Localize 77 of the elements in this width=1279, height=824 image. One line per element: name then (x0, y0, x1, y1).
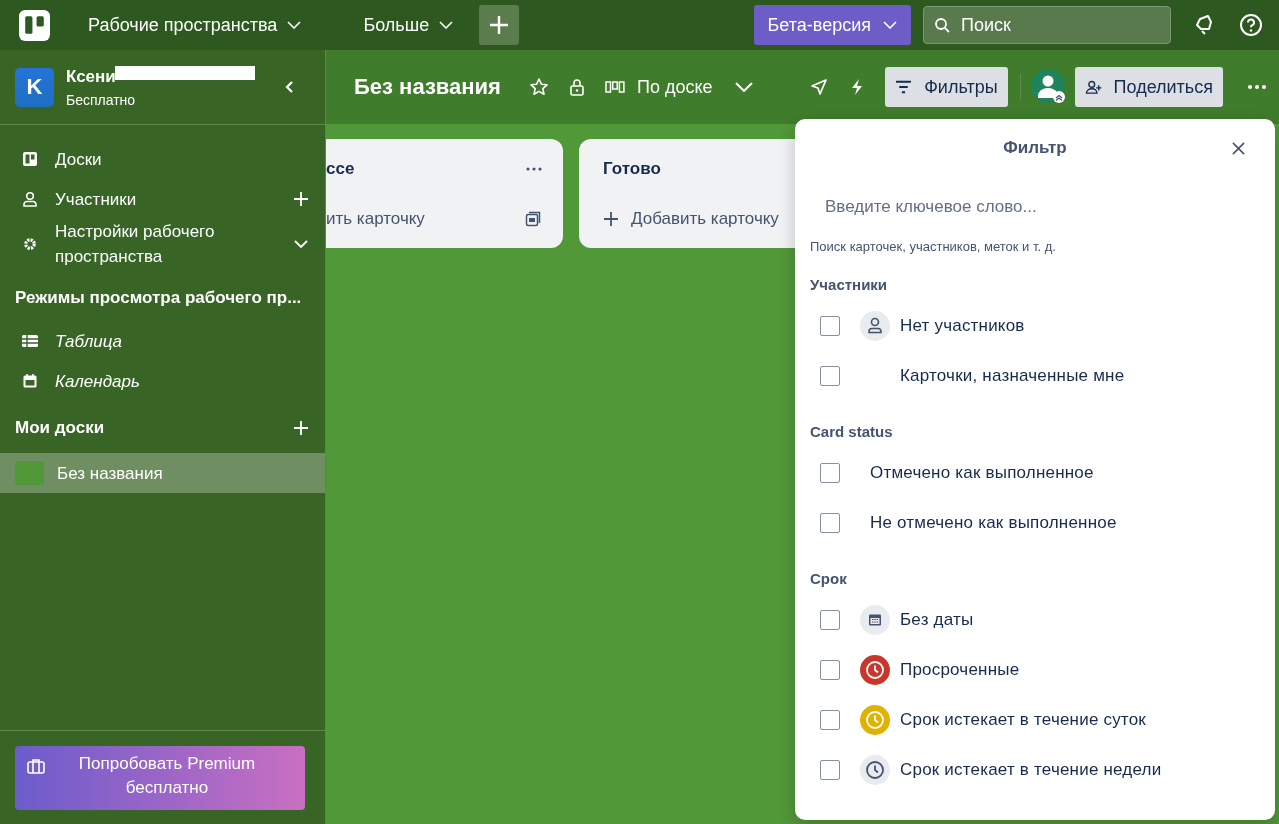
filter-option[interactable]: Без даты (900, 610, 974, 630)
clock-icon (860, 755, 890, 785)
template-icon[interactable] (525, 211, 541, 227)
more-menu[interactable]: Больше (355, 8, 462, 42)
clock-icon (860, 655, 890, 685)
workspace-plan: Бесплатно (66, 91, 137, 108)
beta-button[interactable]: Бета-версия (753, 5, 911, 45)
filter-option[interactable]: Нет участников (900, 316, 1025, 336)
add-card-link[interactable]: ить карточку (326, 209, 425, 229)
clock-icon (860, 705, 890, 735)
share-button[interactable]: Поделиться (1074, 67, 1223, 107)
sidebar-item[interactable]: Доски (55, 146, 309, 172)
filter-option[interactable]: Срок истекает в течение суток (900, 710, 1146, 730)
view-switcher[interactable]: По доске (604, 76, 753, 98)
gear-icon (21, 236, 39, 252)
hint-text: Поиск карточек, участников, меток и т. д. (810, 239, 1057, 254)
board-name: Без названия (57, 462, 164, 485)
chevron-down-icon (439, 21, 454, 29)
section-heading: Card status (810, 423, 894, 440)
sidebar-item[interactable]: Настройки рабочего пространства (55, 219, 277, 269)
add-icon[interactable] (603, 211, 619, 227)
checkbox[interactable] (820, 366, 840, 386)
section-heading: Участники (810, 276, 889, 293)
section-heading: Срок (810, 570, 848, 587)
checkbox[interactable] (820, 316, 840, 336)
filter-option[interactable]: Не отмечено как выполненное (870, 513, 1117, 533)
create-button[interactable] (479, 5, 520, 45)
more-options-icon[interactable] (1247, 84, 1267, 90)
checkbox[interactable] (820, 760, 840, 780)
panel-title: Фильтр (1003, 138, 1067, 158)
checkbox[interactable] (820, 463, 840, 483)
list-menu-icon[interactable] (526, 167, 542, 171)
checkbox[interactable] (820, 710, 840, 730)
checkbox[interactable] (820, 513, 840, 533)
sidebar-item[interactable]: Календарь (55, 368, 309, 394)
star-icon[interactable] (528, 77, 549, 97)
help-icon[interactable] (1239, 13, 1263, 37)
premium-button[interactable]: Попробовать Premium бесплатно (15, 746, 305, 810)
briefcase-icon (27, 758, 45, 774)
close-icon[interactable] (1232, 142, 1245, 155)
workspaces-menu[interactable]: Рабочие пространства (80, 8, 310, 42)
calendar-icon (860, 605, 890, 635)
app-logo-icon[interactable] (19, 9, 50, 41)
chevron-down-icon (287, 21, 302, 29)
section-heading: Мои доски (15, 418, 105, 438)
filter-option[interactable]: Просроченные (900, 660, 1020, 680)
list-title[interactable]: ссе (326, 159, 355, 179)
filter-icon (895, 80, 913, 94)
workspace-name: Ксени (66, 66, 116, 87)
checkbox[interactable] (820, 660, 840, 680)
board-title[interactable]: Без названия (354, 74, 501, 100)
add-card-link[interactable]: Добавить карточку (631, 209, 779, 229)
board-thumbnail (15, 461, 44, 485)
collapse-sidebar-icon[interactable] (285, 80, 295, 94)
chevron-down-icon (734, 82, 753, 92)
section-heading: Режимы просмотра рабочего пр... (15, 288, 302, 308)
filter-option[interactable]: Карточки, назначенные мне (900, 366, 1125, 386)
user-avatar[interactable] (1030, 69, 1067, 105)
filter-option[interactable]: Отмечено как выполненное (870, 463, 1094, 483)
board-icon (21, 151, 39, 167)
board-item[interactable]: Без названия (0, 453, 325, 493)
chevron-down-icon (883, 21, 897, 29)
person-icon (21, 191, 39, 207)
sidebar-item[interactable]: Таблица (55, 328, 309, 354)
table-icon (21, 333, 39, 349)
add-person-icon (1084, 80, 1102, 94)
list-title[interactable]: Готово (603, 159, 661, 179)
calendar-icon (21, 373, 39, 389)
filters-button[interactable]: Фильтры (885, 67, 1008, 107)
checkbox[interactable] (820, 610, 840, 630)
filter-option[interactable]: Срок истекает в течение недели (900, 760, 1162, 780)
sidebar-item[interactable]: Участники (55, 186, 277, 212)
search-field[interactable]: Поиск (923, 6, 1171, 44)
person-icon (860, 311, 890, 341)
board-view-icon (604, 81, 625, 93)
lock-icon[interactable] (568, 78, 585, 96)
workspace-avatar: K (15, 67, 54, 107)
